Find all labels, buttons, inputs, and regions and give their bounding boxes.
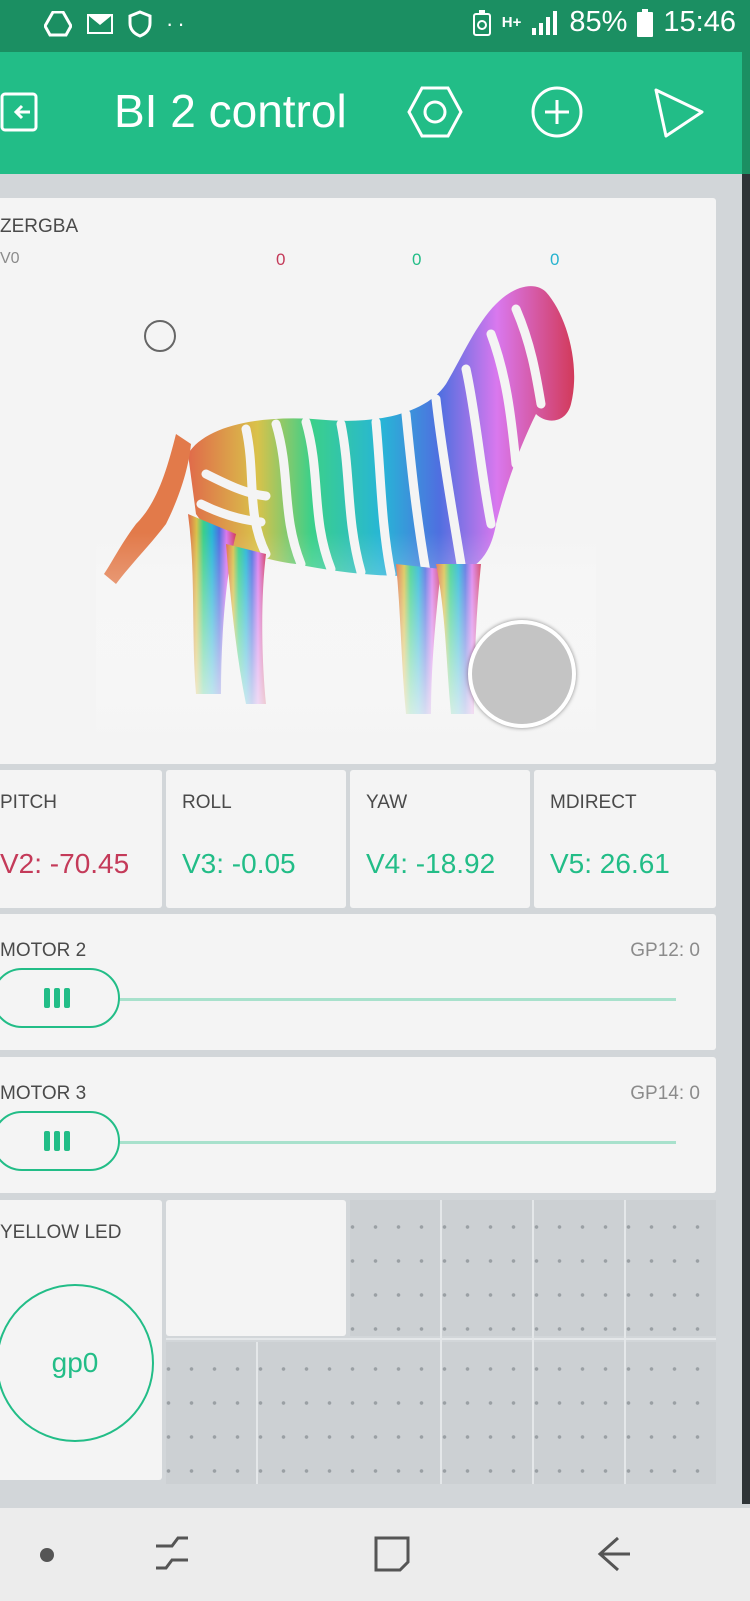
grid-divider (166, 1338, 716, 1340)
yellow-led-label: YELLOW LED (0, 1222, 122, 1243)
zergba-r-value: 0 (276, 250, 286, 269)
network-type: H+ (501, 14, 522, 31)
color-picker-handle[interactable] (468, 620, 576, 728)
mdirect-label: MDIRECT (550, 792, 637, 813)
grip-icon (44, 988, 70, 1008)
roll-display[interactable]: ROLL V3: -0.05 (166, 770, 346, 908)
signal-icon (532, 10, 558, 35)
gmail-icon (87, 14, 113, 34)
roll-value: V3: -0.05 (182, 848, 296, 879)
yellow-led-button-widget[interactable]: YELLOW LED gp0 (0, 1200, 162, 1480)
grid-divider (624, 1200, 626, 1484)
drive-icon (44, 11, 72, 37)
battery-percent: 85% (569, 6, 628, 38)
battery-icon (637, 8, 654, 37)
motor-3-pin-value: GP14: 0 (630, 1083, 700, 1104)
motor-2-track[interactable] (120, 998, 676, 1001)
home-icon[interactable] (370, 1532, 414, 1576)
motor-3-track[interactable] (120, 1141, 676, 1144)
yellow-led-button-text: gp0 (51, 1347, 99, 1378)
settings-hex-icon[interactable] (405, 82, 465, 142)
app-bar: BI 2 control (0, 52, 742, 174)
motor-2-label: MOTOR 2 (0, 940, 87, 961)
grid-divider (440, 1200, 442, 1484)
grip-icon (44, 1131, 70, 1151)
grid-divider (532, 1200, 534, 1484)
pitch-label: PITCH (0, 792, 57, 813)
motor-2-slider[interactable]: MOTOR 2 GP12: 0 (0, 914, 716, 1050)
yellow-led-button[interactable]: gp0 (0, 1284, 154, 1442)
status-bar: ·· H+ 85% 15:46 (0, 0, 750, 52)
yaw-value: V4: -18.92 (366, 848, 496, 879)
pitch-value: V2: -70.45 (0, 848, 130, 879)
motor-2-handle[interactable] (0, 968, 120, 1028)
motor-2-pin-value: GP12: 0 (630, 940, 700, 961)
yaw-label: YAW (366, 792, 408, 813)
zergba-b-value: 0 (550, 250, 560, 269)
zergba-widget[interactable]: ZERGBA V0 0 0 0 (0, 198, 716, 764)
exit-icon[interactable] (0, 82, 60, 142)
mdirect-value: V5: 26.61 (550, 848, 670, 879)
play-icon[interactable] (650, 82, 710, 142)
clock: 15:46 (663, 6, 736, 38)
add-circle-icon[interactable] (527, 82, 587, 142)
canvas-edge (742, 174, 750, 1504)
zergba-label: ZERGBA (0, 216, 79, 237)
zergba-g-value: 0 (412, 250, 422, 269)
mdirect-display[interactable]: MDIRECT V5: 26.61 (534, 770, 716, 908)
brightness-marker[interactable] (144, 320, 176, 352)
dot-icon[interactable] (38, 1546, 56, 1564)
app-bar-edge (742, 52, 750, 174)
motor-3-slider[interactable]: MOTOR 3 GP14: 0 (0, 1057, 716, 1193)
pitch-display[interactable]: PITCH V2: -70.45 (0, 770, 162, 908)
back-icon[interactable] (590, 1532, 634, 1576)
notification-icons: ·· (44, 10, 189, 38)
empty-widget[interactable] (166, 1200, 346, 1336)
recycle-icon (472, 9, 491, 36)
zergba-pin: V0 (0, 250, 20, 267)
motor-3-handle[interactable] (0, 1111, 120, 1171)
system-nav-bar (0, 1508, 750, 1601)
grid-divider (256, 1342, 258, 1484)
status-right: H+ 85% 15:46 (472, 6, 736, 39)
motor-3-label: MOTOR 3 (0, 1083, 87, 1104)
roll-label: ROLL (182, 792, 232, 813)
page-title: BI 2 control (114, 85, 347, 137)
shield-icon (128, 10, 152, 38)
recent-apps-icon[interactable] (150, 1532, 194, 1576)
yaw-display[interactable]: YAW V4: -18.92 (350, 770, 530, 908)
more-notifications-icon: ·· (166, 11, 189, 36)
